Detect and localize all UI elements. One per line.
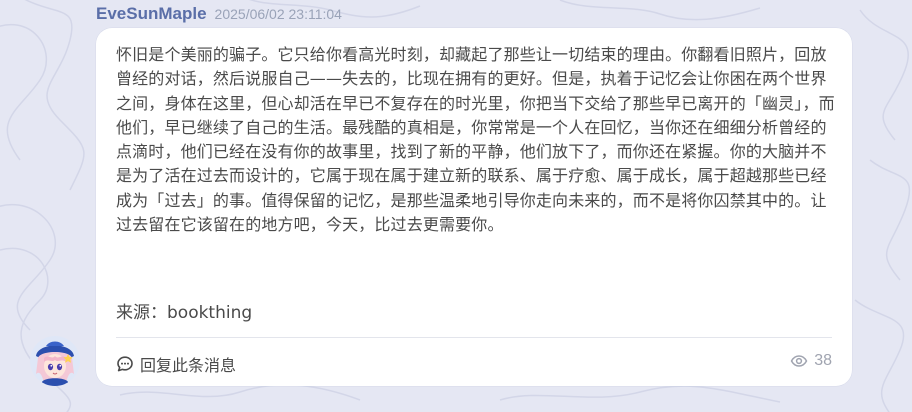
message-header: EveSunMaple 2025/06/02 23:11:04	[96, 4, 342, 26]
message-bubble: 怀旧是个美丽的骗子。它只给你看高光时刻，却藏起了那些让一切结束的理由。你翻看旧照…	[96, 28, 852, 386]
message-source: 来源：bookthing	[116, 303, 253, 323]
chat-bubble-icon	[116, 355, 134, 373]
message-timestamp: 2025/06/02 23:11:04	[214, 6, 342, 22]
reply-label: 回复此条消息	[140, 356, 237, 375]
reply-button[interactable]: 回复此条消息	[116, 352, 236, 376]
view-count: 38	[790, 352, 832, 370]
eye-icon	[790, 352, 808, 370]
author-name[interactable]: EveSunMaple	[96, 4, 207, 24]
avatar[interactable]	[30, 336, 80, 386]
divider	[116, 337, 832, 338]
message-text: 怀旧是个美丽的骗子。它只给你看高光时刻，却藏起了那些让一切结束的理由。你翻看旧照…	[116, 45, 835, 235]
view-count-value: 38	[814, 352, 832, 369]
